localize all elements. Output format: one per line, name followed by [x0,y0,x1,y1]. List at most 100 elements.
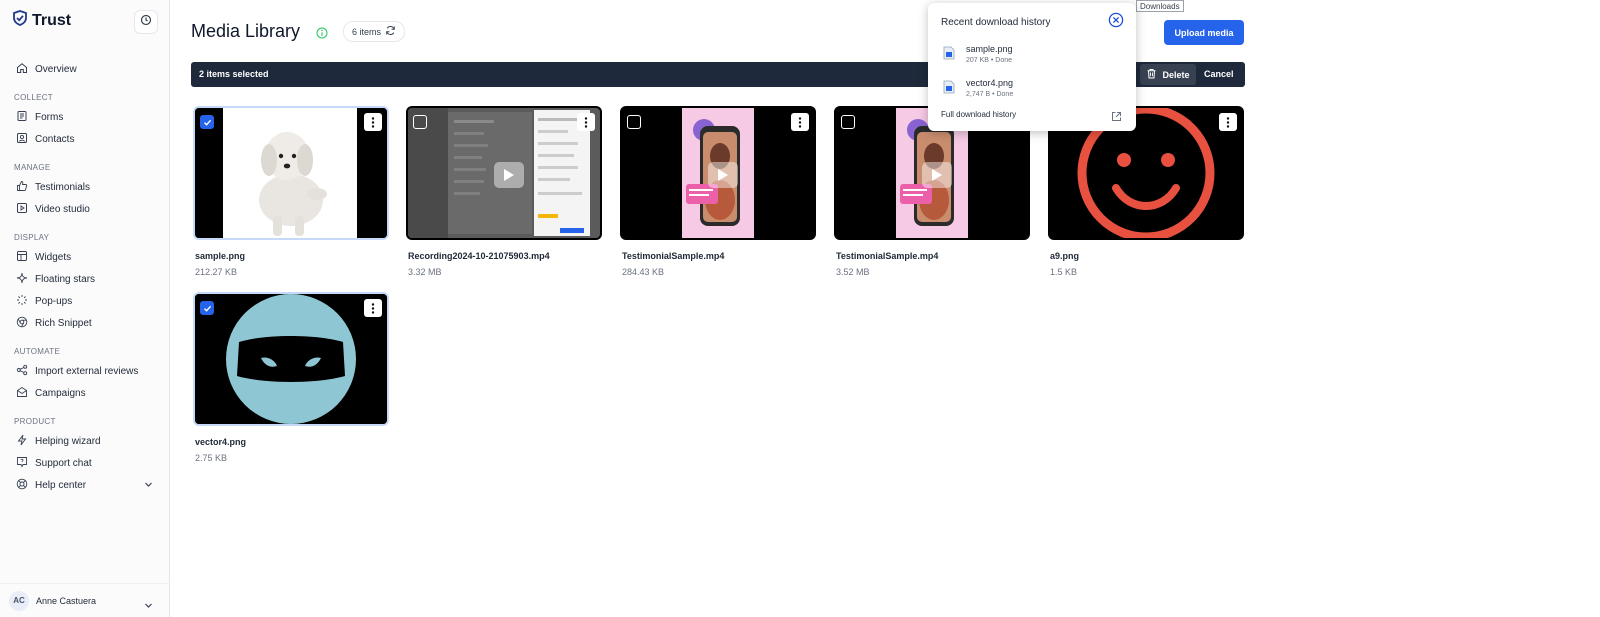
file-image-icon [943,46,955,65]
thumbs-up-icon [16,180,28,195]
sidebar-item-import-external-reviews[interactable]: Import external reviews [0,360,169,382]
sidebar-item-contacts[interactable]: Contacts [0,128,169,150]
sidebar-item-helping-wizard[interactable]: Helping wizard [0,430,169,452]
sidebar-nav: Overview COLLECT Forms Contacts MANAGE T… [0,58,169,496]
sidebar-item-forms[interactable]: Forms [0,106,169,128]
sidebar-item-label: Video studio [35,203,90,215]
sidebar-item-pop-ups[interactable]: Pop-ups [0,290,169,312]
sidebar-item-testimonials[interactable]: Testimonials [0,176,169,198]
more-options-button[interactable] [364,113,382,131]
media-thumbnail[interactable] [620,106,816,240]
media-card[interactable]: TestimonialSample.mp4 3.52 MB [834,106,1030,277]
user-name: Anne Castuera [36,595,97,606]
form-icon [16,110,28,125]
media-name: a9.png [1050,251,1080,261]
widget-icon [16,250,28,265]
user-menu[interactable]: AC Anne Castuera [0,583,169,617]
download-name: sample.png [966,44,1013,54]
play-icon[interactable] [922,162,952,188]
sidebar-item-label: Testimonials [35,181,91,193]
upload-media-button[interactable]: Upload media [1164,20,1244,45]
share-icon [16,364,28,379]
more-options-button[interactable] [364,299,382,317]
sidebar-item-label: Campaigns [35,387,86,399]
media-thumbnail[interactable] [193,106,389,240]
item-count-badge: 6 items [343,21,406,42]
download-item[interactable]: vector4.png 2,747 B • Done [943,78,1123,104]
media-size: 3.32 MB [408,267,442,277]
checkmark-icon [203,305,211,312]
full-download-history-link[interactable]: Full download history [941,110,1016,119]
contact-icon [16,132,28,147]
sidebar-item-help-center[interactable]: Help center [0,474,169,496]
media-size: 3.52 MB [836,267,870,277]
ninja-image [195,294,387,424]
kebab-icon [371,116,375,128]
delete-button[interactable]: Delete [1140,64,1196,85]
sidebar-item-label: Help center [35,479,87,491]
chrome-icon [16,316,28,331]
info-icon[interactable] [316,26,328,44]
video-icon [16,202,28,217]
media-card[interactable]: vector4.png 2.75 KB [193,292,389,463]
play-icon[interactable] [494,162,524,188]
select-checkbox[interactable] [200,115,214,129]
sidebar-item-campaigns[interactable]: Campaigns [0,382,169,404]
sidebar-item-video-studio[interactable]: Video studio [0,198,169,220]
media-card[interactable]: Recording2024-10-21075903.mp4 3.32 MB [406,106,602,277]
delete-label: Delete [1162,69,1190,80]
close-icon[interactable] [1108,12,1124,33]
section-title-manage: MANAGE [14,163,51,172]
download-name: vector4.png [966,78,1014,88]
sidebar-item-support-chat[interactable]: Support chat [0,452,169,474]
media-card[interactable]: TestimonialSample.mp4 284.43 KB [620,106,816,277]
kebab-icon [1226,116,1230,128]
sidebar-item-label: Rich Snippet [35,317,92,329]
sidebar-item-floating-stars[interactable]: Floating stars [0,268,169,290]
sidebar-item-label: Support chat [35,457,92,469]
sidebar: Trust Overview COLLECT Forms Contacts MA… [0,0,170,617]
downloads-panel: Recent download history sample.png 207 K… [928,3,1136,131]
more-options-button[interactable] [1219,113,1237,131]
sidebar-item-rich-snippet[interactable]: Rich Snippet [0,312,169,334]
media-size: 212.27 KB [195,267,238,277]
sidebar-item-widgets[interactable]: Widgets [0,246,169,268]
downloads-title: Recent download history [941,17,1051,28]
brand-name: Trust [32,11,72,29]
kebab-icon [584,116,588,128]
media-name: TestimonialSample.mp4 [622,251,725,261]
play-icon[interactable] [708,162,738,188]
download-meta: 207 KB • Done [966,57,1013,64]
cancel-button[interactable]: Cancel [1204,69,1234,79]
sidebar-item-label: Pop-ups [35,295,73,307]
downloads-tooltip: Downloads [1136,0,1184,12]
refresh-icon[interactable] [385,25,396,38]
download-item[interactable]: sample.png 207 KB • Done [943,44,1123,70]
chevron-down-icon[interactable] [144,597,153,615]
history-icon [140,13,152,31]
select-checkbox[interactable] [627,115,641,129]
media-thumbnail[interactable] [406,106,602,240]
media-name: vector4.png [195,437,247,447]
more-options-button[interactable] [577,113,595,131]
external-link-icon[interactable] [1111,109,1122,127]
select-checkbox[interactable] [200,301,214,315]
avatar: AC [9,590,29,611]
media-size: 2.75 KB [195,453,228,463]
sidebar-item-label: Helping wizard [35,435,101,447]
lifebuoy-icon [16,478,28,493]
more-options-button[interactable] [791,113,809,131]
chevron-down-icon[interactable] [144,480,153,492]
file-image-icon [943,80,955,99]
select-checkbox[interactable] [413,115,427,129]
sidebar-item-overview[interactable]: Overview [0,58,169,80]
media-size: 284.43 KB [622,267,665,277]
brand-logo[interactable]: Trust [12,10,71,31]
home-icon [16,62,28,77]
media-thumbnail[interactable] [193,292,389,426]
media-card[interactable]: a9.png 1.5 KB [1048,106,1244,277]
select-checkbox[interactable] [841,115,855,129]
history-button[interactable] [134,10,158,34]
download-meta: 2,747 B • Done [966,91,1014,98]
media-card[interactable]: sample.png 212.27 KB [193,106,389,277]
